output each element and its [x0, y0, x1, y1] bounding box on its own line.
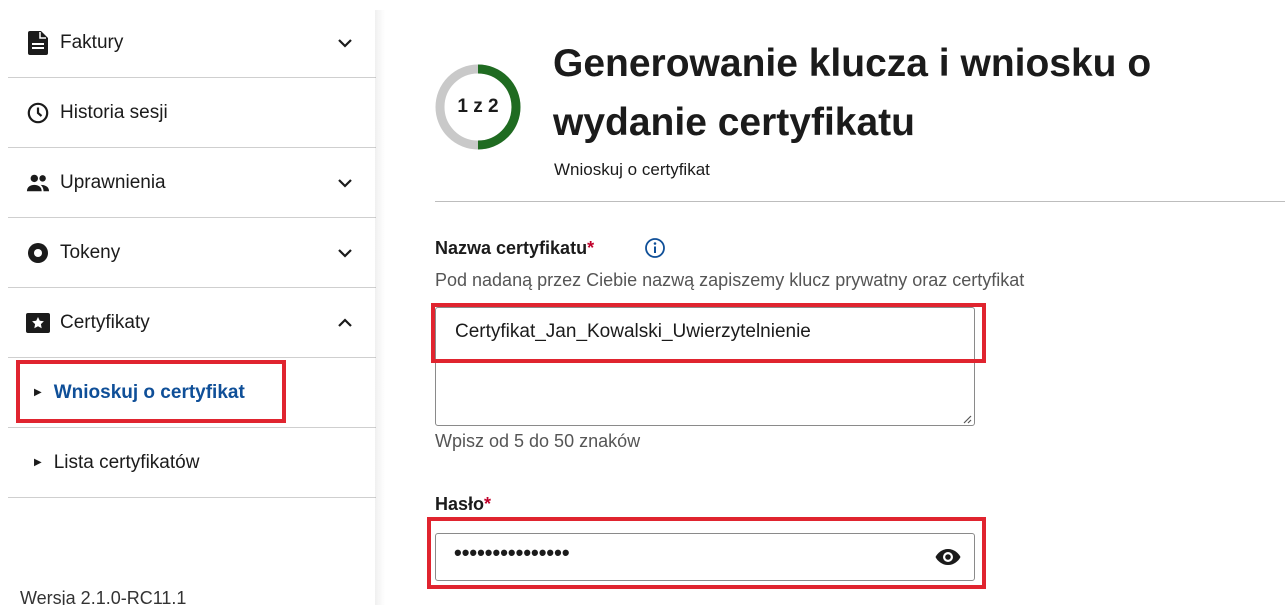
highlight-frame-password: [427, 517, 986, 589]
sidebar-item-historia-sesji[interactable]: Historia sesji: [8, 78, 376, 148]
document-icon: [26, 30, 50, 55]
sidebar-shadow: [375, 10, 385, 605]
divider: [435, 201, 1285, 202]
info-icon[interactable]: [644, 237, 666, 259]
sidebar-item-faktury[interactable]: Faktury: [8, 8, 376, 78]
sidebar: Faktury Historia sesji Uprawnienia Token…: [0, 0, 376, 605]
chevron-down-icon: [338, 248, 352, 258]
resize-grip-icon[interactable]: [962, 414, 972, 424]
cert-name-char-hint: Wpisz od 5 do 50 znaków: [435, 431, 641, 451]
certificate-icon: [26, 311, 50, 335]
sidebar-item-certyfikaty[interactable]: Certyfikaty: [8, 288, 376, 358]
chevron-down-icon: [338, 38, 352, 48]
highlight-frame-cert-name: [431, 303, 986, 363]
required-mark: *: [484, 494, 492, 514]
sidebar-item-label: Uprawnienia: [60, 171, 166, 193]
required-mark: *: [587, 238, 595, 258]
sidebar-subitem-label: Lista certyfikatów: [53, 451, 200, 473]
sidebar-item-label: Historia sesji: [60, 101, 168, 123]
cert-name-label-text: Nazwa certyfikatu: [435, 238, 588, 258]
sidebar-subitem-lista-certyfikatow[interactable]: ▶ Lista certyfikatów: [8, 428, 376, 498]
version-label: Wersja 2.1.0-RC11.1: [20, 588, 187, 605]
step-counter: 1 z 2: [457, 96, 499, 117]
token-icon: [26, 241, 50, 265]
sidebar-item-label: Faktury: [60, 31, 124, 53]
password-label: Hasło*: [435, 494, 491, 515]
highlight-frame-active-item: [16, 360, 286, 423]
cert-name-label: Nazwa certyfikatu*: [435, 238, 594, 259]
sidebar-item-label: Certyfikaty: [60, 311, 150, 333]
page-title: Generowanie klucza i wniosku o wydanie c…: [553, 42, 1152, 144]
sidebar-item-uprawnienia[interactable]: Uprawnienia: [8, 148, 376, 218]
page-subtitle: Wnioskuj o certyfikat: [554, 160, 710, 179]
people-icon: [26, 171, 50, 195]
triangle-right-icon: ▶: [34, 457, 42, 468]
sidebar-item-tokeny[interactable]: Tokeny: [8, 218, 376, 288]
clock-icon: [26, 101, 50, 125]
cert-name-hint: Pod nadaną przez Ciebie nazwą zapiszemy …: [435, 270, 1025, 290]
sidebar-item-label: Tokeny: [60, 241, 121, 263]
chevron-down-icon: [338, 178, 352, 188]
chevron-up-icon: [338, 317, 352, 327]
password-label-text: Hasło: [435, 494, 485, 514]
